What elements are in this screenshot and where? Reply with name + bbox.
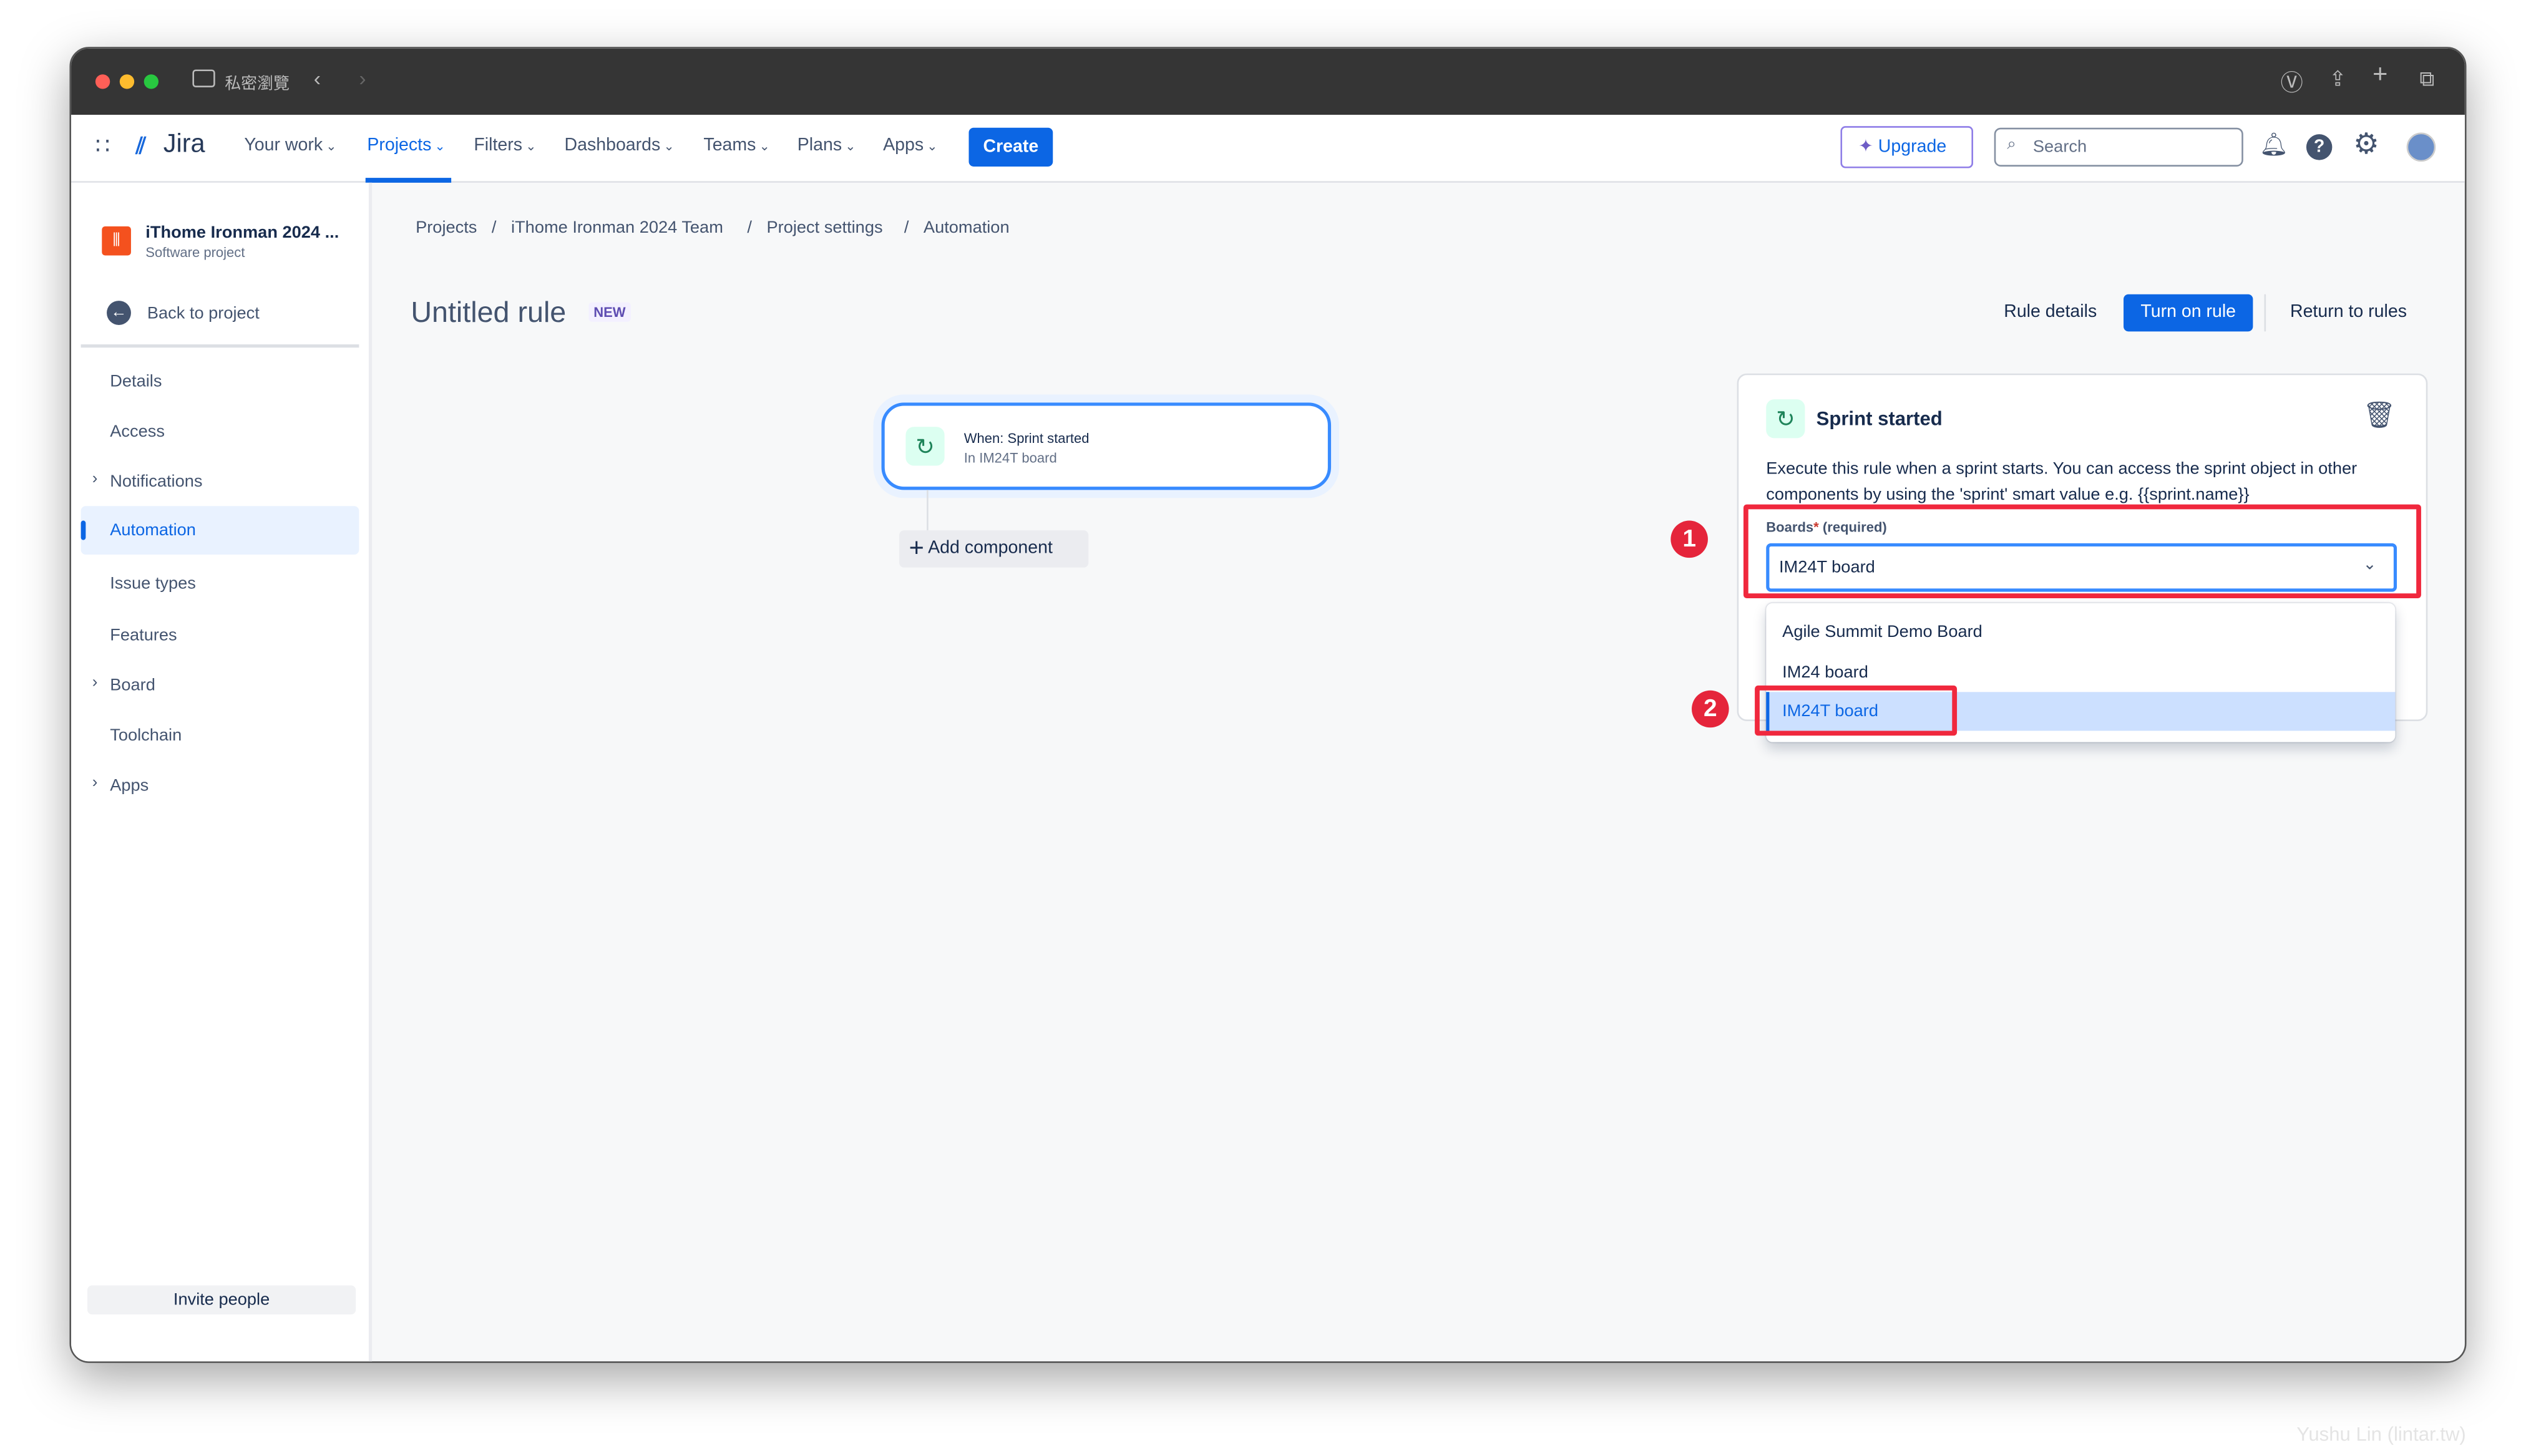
back-nav-icon[interactable]: ‹ <box>314 66 321 90</box>
breadcrumb-separator: / <box>491 218 497 238</box>
upgrade-button[interactable]: ✦ Upgrade <box>1840 126 1973 168</box>
trigger-title: When: Sprint started <box>963 430 1090 447</box>
browser-window: 私密瀏覽 ‹ › Ⓥ ⇪ + ⧉ ∷ ⫽ Jira Your work ⌄ Pro… <box>69 47 2467 1363</box>
nav-dashboards[interactable]: Dashboards ⌄ <box>565 136 675 155</box>
sidebar-item-board[interactable]: Board <box>110 676 155 695</box>
chevron-right-icon[interactable]: › <box>92 674 98 692</box>
nav-teams[interactable]: Teams ⌄ <box>703 136 770 155</box>
project-name[interactable]: iThome Ironman 2024 ... <box>145 223 339 243</box>
new-badge: NEW <box>588 302 631 322</box>
breadcrumb-automation[interactable]: Automation <box>924 218 1010 238</box>
sprint-trigger-icon: ↻ <box>905 427 945 466</box>
nav-filters[interactable]: Filters ⌄ <box>474 136 536 155</box>
active-tab-indicator <box>365 178 452 183</box>
connector-line <box>927 490 929 532</box>
nav-projects[interactable]: Projects ⌄ <box>367 136 446 155</box>
chevron-right-icon[interactable]: › <box>92 774 98 792</box>
add-component-button[interactable]: + Add component <box>899 530 1089 568</box>
option-agile-summit-demo-board[interactable]: Agile Summit Demo Board <box>1782 623 1982 642</box>
annotation-badge-2: 2 <box>1692 690 1729 728</box>
breadcrumb-separator: / <box>904 218 909 238</box>
project-sidebar: ⫴ iThome Ironman 2024 ... Software proje… <box>71 182 373 1362</box>
sidebar-divider <box>80 344 359 348</box>
zoom-window-button[interactable] <box>144 74 158 89</box>
sidebar-item-details[interactable]: Details <box>110 372 162 391</box>
sidebar-item-issue-types[interactable]: Issue types <box>110 574 196 593</box>
project-avatar-icon: ⫴ <box>102 226 131 256</box>
forward-nav-icon[interactable]: › <box>359 66 366 90</box>
panel-title: Sprint started <box>1816 407 1943 430</box>
search-placeholder: Search <box>2032 137 2087 157</box>
chevron-right-icon[interactable]: › <box>92 470 98 488</box>
jira-logo-icon: ⫽ <box>135 132 146 158</box>
annotation-box-1 <box>1743 504 2421 598</box>
watermark: Yushu Lin (lintar.tw) <box>2296 1422 2466 1446</box>
option-im24-board[interactable]: IM24 board <box>1782 663 1868 682</box>
sprint-trigger-icon: ↻ <box>1766 399 1805 439</box>
search-icon: ⌕ <box>2007 135 2016 154</box>
breadcrumb-project-settings[interactable]: Project settings <box>767 218 883 238</box>
sidebar-item-access[interactable]: Access <box>110 422 165 441</box>
notifications-bell-icon[interactable]: 🔔︎ <box>2260 131 2288 158</box>
back-to-project-link[interactable]: Back to project <box>147 304 260 323</box>
breadcrumb-project[interactable]: iThome Ironman 2024 Team <box>511 218 723 238</box>
trigger-card[interactable]: ↻ When: Sprint started In IM24T board <box>881 402 1332 490</box>
sidebar-item-toolchain[interactable]: Toolchain <box>110 726 182 745</box>
rule-details-button[interactable]: Rule details <box>2004 303 2097 322</box>
top-nav: ∷ ⫽ Jira Your work ⌄ Projects ⌄ Filters ⌄ D… <box>71 115 2465 183</box>
divider <box>2264 294 2266 332</box>
plus-icon: + <box>909 535 924 563</box>
settings-gear-icon[interactable]: ⚙ <box>2353 128 2379 162</box>
sidebar-item-notifications[interactable]: Notifications <box>110 472 202 492</box>
annotation-box-2 <box>1755 685 1958 736</box>
download-icon[interactable]: Ⓥ <box>2280 66 2303 99</box>
annotation-badge-1: 1 <box>1670 520 1708 558</box>
sparkle-icon: ✦ <box>1858 137 1873 157</box>
trigger-subtitle: In IM24T board <box>963 449 1057 466</box>
delete-trash-icon[interactable]: 🗑︎ <box>2363 399 2396 432</box>
return-to-rules-button[interactable]: Return to rules <box>2290 303 2407 322</box>
app-switcher-icon[interactable]: ∷ <box>95 133 110 160</box>
tab-overview-icon[interactable]: ⧉ <box>2419 66 2434 92</box>
browser-titlebar: 私密瀏覽 ‹ › Ⓥ ⇪ + ⧉ <box>71 48 2465 115</box>
active-indicator <box>80 520 86 540</box>
user-avatar[interactable] <box>2406 132 2436 162</box>
sidebar-item-label: Automation <box>110 520 196 540</box>
jira-logo[interactable]: Jira <box>163 131 205 160</box>
project-type: Software project <box>145 244 245 261</box>
sidebar-item-apps[interactable]: Apps <box>110 776 149 795</box>
sidebar-item-features[interactable]: Features <box>110 626 177 645</box>
nav-plans[interactable]: Plans ⌄ <box>797 136 856 155</box>
panel-description: Execute this rule when a sprint starts. … <box>1766 459 2358 505</box>
new-tab-icon[interactable]: + <box>2373 61 2387 90</box>
nav-your-work[interactable]: Your work ⌄ <box>244 136 336 155</box>
turn-on-rule-button[interactable]: Turn on rule <box>2124 294 2253 332</box>
back-arrow-icon: ← <box>107 301 131 325</box>
search-input[interactable]: ⌕ Search <box>1994 127 2243 167</box>
rule-title[interactable]: Untitled rule <box>411 296 566 329</box>
minimize-window-button[interactable] <box>119 74 135 89</box>
close-window-button[interactable] <box>95 74 110 89</box>
breadcrumb-projects[interactable]: Projects <box>416 218 477 238</box>
sidebar-toggle-icon[interactable] <box>192 69 215 87</box>
create-button[interactable]: Create <box>968 127 1053 167</box>
private-browsing-label: 私密瀏覽 <box>225 75 290 94</box>
breadcrumb-separator: / <box>747 218 752 238</box>
sidebar-item-automation[interactable]: Automation <box>80 506 359 555</box>
help-icon[interactable]: ? <box>2306 134 2333 160</box>
share-icon[interactable]: ⇪ <box>2329 66 2346 92</box>
invite-people-button[interactable]: Invite people <box>87 1285 356 1315</box>
nav-apps[interactable]: Apps ⌄ <box>883 136 938 155</box>
